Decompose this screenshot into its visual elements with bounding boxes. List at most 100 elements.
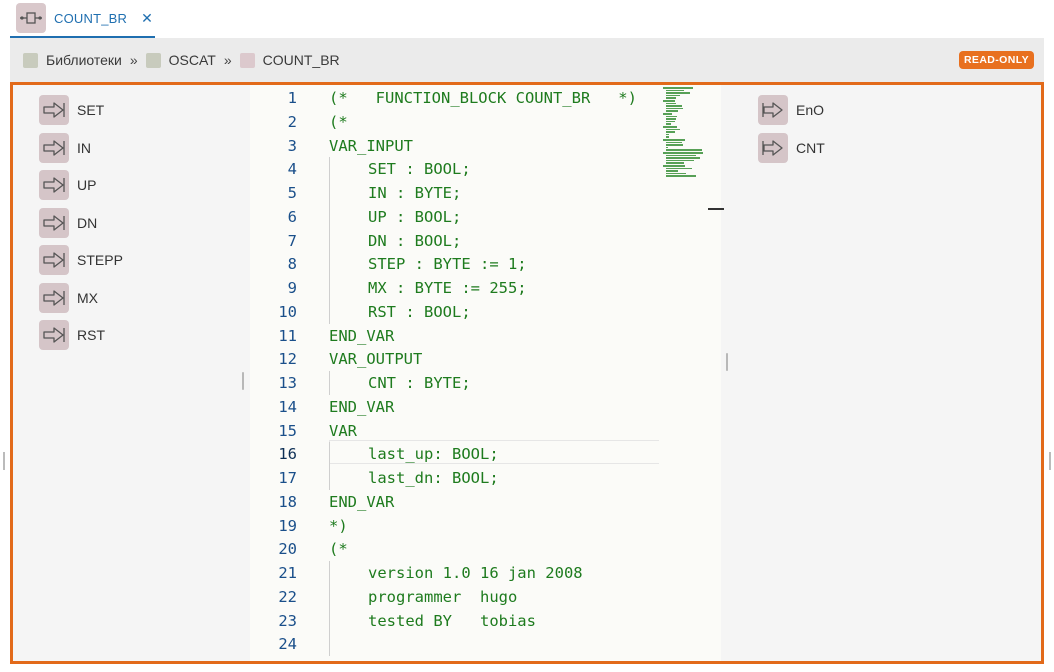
code-text: (* (329, 540, 348, 559)
folder-icon (239, 52, 255, 68)
indent-guide (329, 442, 330, 490)
breadcrumb-separator: » (223, 52, 232, 68)
input-pin[interactable]: RST (39, 320, 105, 350)
line-number: 23 (278, 611, 297, 630)
code-line: 22 programmer hugo (250, 585, 721, 609)
read-only-badge: READ-ONLY (958, 51, 1034, 69)
code-line: 23 tested BY tobias (250, 609, 721, 633)
input-pin[interactable]: IN (39, 132, 91, 163)
code-line: 1 (* FUNCTION_BLOCK COUNT_BR *) (250, 86, 721, 110)
line-number: 21 (278, 564, 297, 582)
editor-frame: SET IN UP DN STEPP MX RST 1 (* FUNCTION_BLOCK C… (10, 82, 1044, 664)
tab-bar: COUNT_BR ✕ (0, 0, 1054, 38)
tab-count-br[interactable]: COUNT_BR ✕ (10, 0, 155, 38)
output-pin[interactable]: CNT (758, 132, 825, 163)
code-line: 6 UP : BOOL; (250, 205, 721, 229)
line-number: 16 (278, 445, 297, 464)
line-number: 25 (250, 656, 297, 661)
output-pin-icon (758, 132, 788, 163)
line-number: 17 (278, 469, 297, 487)
code-line: 15 VAR (250, 419, 721, 443)
code-line: 5 IN : BYTE; (250, 181, 721, 205)
code-line: 4 SET : BOOL; (250, 157, 721, 181)
pin-label: RST (77, 327, 105, 343)
line-number: 9 (287, 279, 297, 297)
code-line: 13 CNT : BYTE; (250, 371, 721, 395)
close-icon[interactable]: ✕ (141, 10, 153, 27)
code-line: 9 MX : BYTE := 255; (250, 276, 721, 300)
code-line: 16 last_up: BOOL; (250, 442, 721, 466)
line-number: 2 (287, 112, 297, 131)
line-number: 10 (278, 302, 297, 321)
indent-guide (329, 157, 330, 324)
breadcrumb-item[interactable]: OSCAT (145, 52, 216, 68)
pin-label: IN (77, 139, 91, 156)
code-text: END_VAR (329, 326, 395, 345)
input-pin-icon (39, 170, 69, 200)
line-number: 3 (287, 136, 297, 155)
code-text: last_dn: BOOL; (368, 469, 499, 487)
line-number: 14 (278, 397, 297, 416)
breadcrumb-label: Библиотеки (46, 52, 122, 68)
code-text: STEP : BYTE := 1; (368, 255, 527, 274)
code-line: 18 END_VAR (250, 490, 721, 514)
right-edge-grip[interactable] (1049, 452, 1051, 470)
left-edge-grip[interactable] (3, 452, 5, 470)
left-splitter-handle[interactable] (242, 372, 244, 390)
code-text: VAR_INPUT (329, 136, 413, 155)
code-editor[interactable]: 1 (* FUNCTION_BLOCK COUNT_BR *) 2 (* 3 VAR_IN… (250, 85, 721, 661)
code-line: 25 Count_BR is a byte counter with inputs (250, 656, 721, 661)
input-pin-icon (39, 245, 69, 275)
input-pin-icon (39, 95, 69, 125)
pin-label: DN (77, 214, 98, 231)
inputs-pane: SET IN UP DN STEPP MX RST (13, 85, 241, 661)
tab-label: COUNT_BR (54, 10, 128, 26)
right-splitter-handle[interactable] (726, 353, 728, 371)
editor-scroll-indicator[interactable] (708, 208, 724, 210)
line-number: 20 (278, 540, 297, 559)
code-line: 7 DN : BOOL; (250, 229, 721, 253)
output-pin-icon (758, 95, 788, 125)
pin-label: MX (77, 289, 98, 306)
input-pin[interactable]: MX (39, 282, 98, 313)
pin-label: SET (77, 102, 105, 118)
code-line: 19 *) (250, 514, 721, 538)
code-text: Count_BR is a byte counter with inputs (329, 656, 684, 661)
line-number: 6 (287, 207, 297, 226)
code-text: IN : BYTE; (368, 184, 462, 202)
line-number: 11 (278, 326, 297, 345)
code-line: 21 version 1.0 16 jan 2008 (250, 561, 721, 585)
code-text: UP : BOOL; (368, 207, 462, 226)
outputs-pane: EnO CNT (732, 85, 1041, 661)
output-pin[interactable]: EnO (758, 95, 824, 125)
code-text: END_VAR (329, 397, 395, 416)
indent-guide (329, 561, 330, 656)
pin-label: EnO (796, 102, 825, 118)
code-text: version 1.0 16 jan 2008 (368, 564, 583, 582)
code-line: 11 END_VAR (250, 324, 721, 348)
breadcrumb-item[interactable]: COUNT_BR (239, 52, 340, 68)
code-text: (* FUNCTION_BLOCK COUNT_BR *) (329, 89, 637, 107)
code-line: 20 (* (250, 537, 721, 561)
line-number: 22 (278, 587, 297, 606)
code-text: CNT : BYTE; (368, 374, 471, 392)
input-pin[interactable]: SET (39, 95, 104, 125)
code-text: VAR (329, 421, 357, 440)
line-number: 1 (287, 89, 297, 107)
line-number: 24 (278, 635, 297, 654)
folder-icon (23, 52, 38, 68)
input-pin[interactable]: DN (39, 207, 98, 238)
input-pin[interactable]: UP (39, 170, 96, 200)
code-line: 12 VAR_OUTPUT (250, 347, 721, 371)
code-text: programmer hugo (368, 587, 518, 606)
breadcrumb-item[interactable]: Библиотеки (23, 52, 122, 68)
input-pin[interactable]: STEPP (39, 245, 123, 275)
line-number: 12 (278, 350, 297, 369)
folder-icon (145, 52, 161, 68)
input-pin-icon (39, 132, 69, 163)
code-text: (* (329, 112, 348, 131)
line-number: 7 (287, 231, 297, 250)
line-number: 13 (278, 374, 297, 392)
line-number: 8 (287, 255, 297, 274)
line-number: 4 (287, 160, 297, 179)
